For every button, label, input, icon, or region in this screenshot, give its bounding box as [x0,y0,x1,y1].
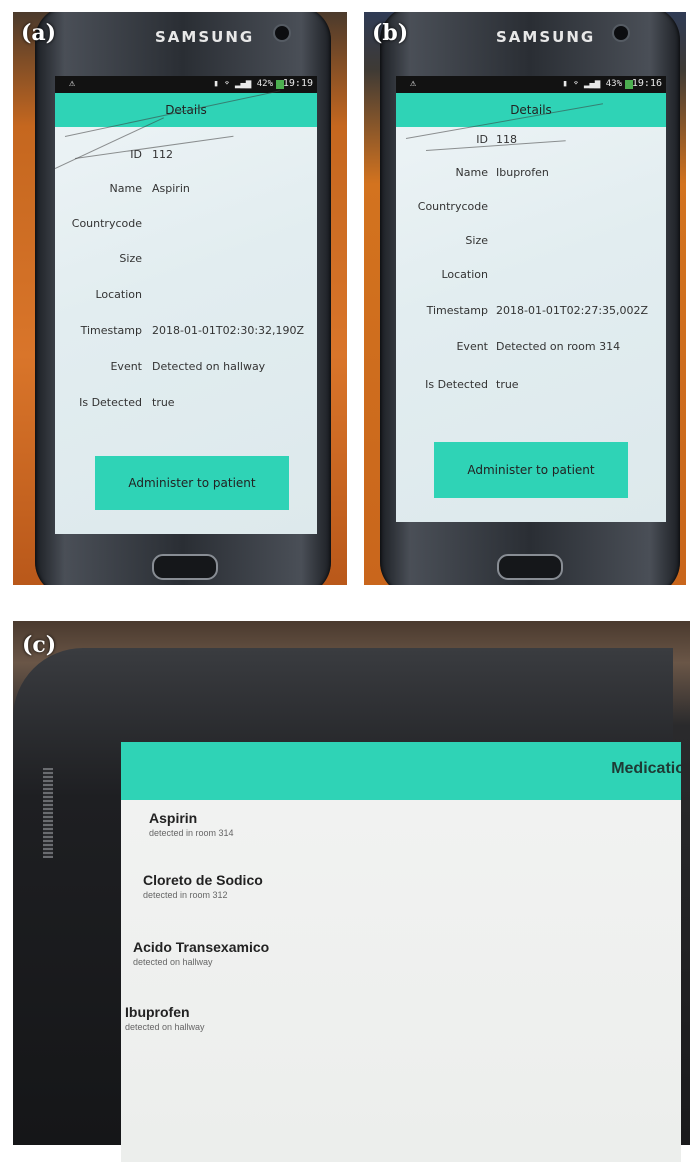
medication-name: Acido Transexamico [133,939,270,955]
details-title-b: Details [396,93,666,127]
medication-location: detected on hallway [133,957,213,967]
warning-icon-a: ⚠ [69,78,76,89]
medication-name: Cloreto de Sodico [143,872,263,888]
field-row-timestamp: Timestamp 2018-01-01T02:30:32,190Z [55,324,317,344]
field-row-location: Location [396,268,666,288]
field-label: Size [119,252,142,265]
field-row-countrycode: Countrycode [396,200,666,220]
medication-app-bar: Medicatio [121,742,681,800]
field-label: ID [130,148,142,161]
field-value: 2018-01-01T02:30:32,190Z [152,324,305,337]
field-row-countrycode: Countrycode [55,217,317,237]
battery-percent-a: 42% [256,79,273,89]
medication-list-item[interactable]: Cloreto de Sodico detected in room 312 [143,872,263,900]
field-value: true [496,378,519,391]
tablet-body: Medicatio Aspirin detected in room 314 C… [13,648,681,1162]
battery-percent-b: 43% [605,79,622,89]
tablet-screen: Medicatio Aspirin detected in room 314 C… [121,742,681,1162]
phone-screen-a: ⚠ ▮ ⌔ ▂▄▆ 42% 19:19 Details ID 112 Name … [55,76,317,534]
panel-letter-a: (a) [21,20,57,46]
signal-icons-b: ▮ ⌔ ▂▄▆ 43% [562,79,622,89]
home-button-a[interactable] [152,554,218,580]
field-value: Detected on room 314 [496,340,621,353]
administer-button-b[interactable]: Administer to patient [434,442,628,498]
medication-name: Ibuprofen [125,1004,190,1020]
medication-list-item[interactable]: Ibuprofen detected on hallway [125,1004,205,1032]
phone-body-a: SAMSUNG ⚠ ▮ ⌔ ▂▄▆ 42% 19:19 Details ID 1… [35,12,331,585]
field-label: Size [465,234,488,247]
field-label: Name [455,166,488,179]
front-camera-icon-a [273,24,291,42]
medication-list-item[interactable]: Aspirin detected in room 314 [149,810,234,838]
photo-panel-b: (b) SAMSUNG ⚠ ▮ ⌔ ▂▄▆ 43% 19:16 Details … [364,12,686,585]
field-label: Timestamp [80,324,142,337]
field-label: Is Detected [79,396,142,409]
status-bar-b: ⚠ ▮ ⌔ ▂▄▆ 43% 19:16 [396,76,666,93]
speaker-grille [43,768,53,858]
field-row-event: Event Detected on hallway [55,360,317,380]
field-label: ID [476,133,488,146]
field-label: Countrycode [71,217,142,230]
field-row-is-detected: Is Detected true [55,396,317,416]
field-value: Ibuprofen [496,166,549,179]
clock-b: 19:16 [631,78,662,89]
panel-letter-b: (b) [372,20,409,46]
field-value: 112 [152,148,173,161]
front-camera-icon-b [612,24,630,42]
field-label: Countrycode [417,200,488,213]
home-button-b[interactable] [497,554,563,580]
field-label: Name [109,182,142,195]
field-row-is-detected: Is Detected true [396,378,666,398]
field-label: Location [95,288,142,301]
field-row-size: Size [396,234,666,254]
field-label: Event [110,360,142,373]
field-row-id: ID 112 [55,148,317,168]
medication-title: Medicatio [611,760,681,777]
medication-location: detected in room 314 [149,828,234,838]
field-value: Detected on hallway [152,360,266,373]
phone-screen-b: ⚠ ▮ ⌔ ▂▄▆ 43% 19:16 Details ID 118 Name … [396,76,666,522]
administer-button-a[interactable]: Administer to patient [95,456,289,510]
panel-letter-c: (c) [22,632,57,658]
medication-list-item[interactable]: Acido Transexamico detected on hallway [133,939,269,967]
photo-panel-a: (a) SAMSUNG ⚠ ▮ ⌔ ▂▄▆ 42% 19:19 Details … [13,12,347,585]
field-label: Event [456,340,488,353]
field-label: Timestamp [426,304,488,317]
clock-a: 19:19 [282,78,313,89]
field-row-timestamp: Timestamp 2018-01-01T02:27:35,002Z [396,304,666,324]
brand-logo-a: SAMSUNG [155,28,255,46]
field-value: 2018-01-01T02:27:35,002Z [496,304,649,317]
field-row-id: ID 118 [396,133,666,153]
brand-logo-b: SAMSUNG [496,28,596,46]
medication-location: detected on hallway [125,1022,205,1032]
field-value: 118 [496,133,517,146]
field-row-size: Size [55,252,317,272]
field-value: Aspirin [152,182,190,195]
field-value: true [152,396,175,409]
field-row-name: Name Aspirin [55,182,317,202]
phone-body-b: SAMSUNG ⚠ ▮ ⌔ ▂▄▆ 43% 19:16 Details ID 1… [380,12,680,585]
signal-icons-a: ▮ ⌔ ▂▄▆ 42% [213,79,273,89]
field-row-name: Name Ibuprofen [396,166,666,186]
warning-icon-b: ⚠ [410,78,417,89]
medication-name: Aspirin [149,810,198,826]
field-label: Is Detected [425,378,488,391]
medication-location: detected in room 312 [143,890,228,900]
field-label: Location [441,268,488,281]
field-row-event: Event Detected on room 314 [396,340,666,360]
field-row-location: Location [55,288,317,308]
